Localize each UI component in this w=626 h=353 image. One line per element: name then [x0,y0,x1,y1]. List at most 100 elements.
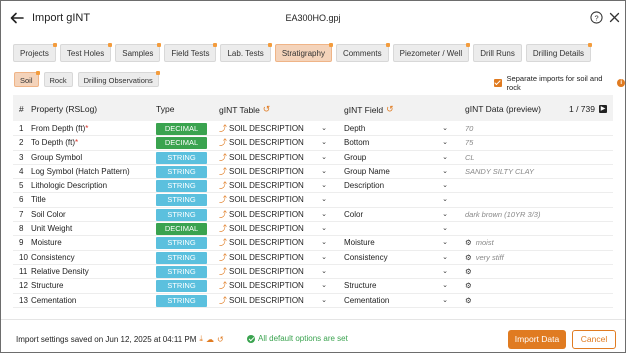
property-cell: To Depth (ft)* [31,136,78,150]
tab-field-tests[interactable]: Field Tests [164,43,218,62]
preview-cell: 70 [465,122,473,136]
gint-table-select[interactable]: ⤴ SOIL DESCRIPTION ⌄ [219,122,327,136]
gint-field-select[interactable]: Structure ⌄ [344,279,448,293]
gint-field-value: Structure [344,281,377,291]
row-number: 12 [19,281,28,291]
preview-cell: ⚙ very stiff [465,251,504,265]
property-cell: Log Symbol (Hatch Pattern) [31,165,130,179]
chevron-down-icon: ⌄ [321,182,327,190]
close-icon[interactable] [609,12,620,23]
gint-field-select[interactable]: ⌄ [344,265,448,279]
tab-drill-runs[interactable]: Drill Runs [473,44,522,62]
preview-cell: ⚙ [465,279,476,293]
gint-field-select[interactable]: Color ⌄ [344,208,448,222]
gint-field-select[interactable]: Consistency ⌄ [344,251,448,265]
tab-drilling-details[interactable]: Drilling Details [525,43,592,62]
chevron-down-icon: ⌄ [442,282,448,290]
separate-imports-option[interactable]: Separate imports for soil and rock i [494,74,625,92]
help-icon[interactable]: ? [590,11,603,24]
subtab-drilling-observations[interactable]: Drilling Observations [77,71,160,87]
tab-test-holes[interactable]: Test Holes [59,43,113,62]
property-name: Unit Weight [31,224,73,234]
gint-field-value: Description [344,181,385,191]
gint-table-select[interactable]: ⤴ SOIL DESCRIPTION ⌄ [219,279,327,293]
chevron-down-icon: ⌄ [321,125,327,132]
chevron-down-icon: ⌄ [442,196,448,204]
type-badge: DECIMAL [156,123,207,135]
row-number: 4 [19,166,24,176]
chevron-down-icon: ⌄ [442,139,448,147]
gint-table-select[interactable]: ⤴ SOIL DESCRIPTION ⌄ [219,151,327,165]
tab-lab-tests[interactable]: Lab. Tests [220,43,272,62]
preview-cell: CL [465,151,475,165]
gint-table-select[interactable]: ⤴ SOIL DESCRIPTION ⌄ [219,165,327,179]
gint-field-select[interactable]: Cementation ⌄ [344,294,448,308]
gint-field-select[interactable]: Depth ⌄ [344,122,448,136]
table-link-icon: ⤴ [219,238,227,248]
gint-table-select[interactable]: ⤴ SOIL DESCRIPTION ⌄ [219,236,327,250]
chevron-down-icon: ⌄ [442,210,448,218]
info-icon[interactable]: i [617,79,625,87]
import-data-button[interactable]: Import Data [508,330,566,349]
tab-stratigraphy[interactable]: Stratigraphy [274,43,333,62]
tab-piezometer-well[interactable]: Piezometer / Well [392,43,471,62]
gint-table-select[interactable]: ⤴ SOIL DESCRIPTION ⌄ [219,294,327,308]
reset-icon[interactable]: ↺ [217,335,224,344]
tab-samples[interactable]: Samples [115,43,162,62]
gint-field-value: Group [344,152,367,162]
gint-table-select[interactable]: ⤴ SOIL DESCRIPTION ⌄ [219,193,327,207]
gint-field-select[interactable]: Description ⌄ [344,179,448,193]
next-page-icon[interactable]: ▶ [599,105,607,113]
gint-table-select[interactable]: ⤴ SOIL DESCRIPTION ⌄ [219,251,327,265]
reset-field-icon[interactable]: ↺ [386,104,394,115]
subtab-soil[interactable]: Soil [14,71,40,87]
gint-field-select[interactable]: Group ⌄ [344,151,448,165]
gint-field-select[interactable]: ⌄ [344,222,448,236]
type-badge: DECIMAL [156,137,207,150]
modified-indicator [157,43,162,47]
gint-field-select[interactable]: Bottom ⌄ [344,136,448,150]
property-name: Cementation [31,295,77,305]
pager: 1 / 739 ▶ [569,104,607,114]
gint-table-select[interactable]: ⤴ SOIL DESCRIPTION ⌄ [219,208,327,222]
tab-label: Projects [20,49,49,58]
gint-table-select[interactable]: ⤴ SOIL DESCRIPTION ⌄ [219,179,327,193]
property-cell: Lithologic Description [31,179,107,193]
reset-table-icon[interactable]: ↺ [263,104,271,115]
separate-imports-label: Separate imports for soil and rock [506,74,603,92]
gear-icon[interactable]: ⚙ [465,253,472,262]
separate-imports-checkbox[interactable] [494,79,502,87]
gear-icon[interactable]: ⚙ [465,238,472,247]
required-marker: * [85,124,89,133]
saved-status: Import settings saved on Jun 12, 2025 at… [16,334,224,344]
gear-icon[interactable]: ⚙ [465,267,472,276]
gint-field-value: Cementation [344,295,390,305]
sub-tabs: Soil Rock Drilling Observations [14,71,160,87]
subtab-label: Drilling Observations [83,76,153,85]
gint-field-select[interactable]: Group Name ⌄ [344,165,448,179]
gint-field-select[interactable]: ⌄ [344,193,448,207]
table-link-icon: ⤴ [219,209,227,219]
subtab-rock[interactable]: Rock [43,72,73,87]
tab-projects[interactable]: Projects [13,43,57,62]
tab-label: Lab. Tests [227,49,264,58]
gint-table-select[interactable]: ⤴ SOIL DESCRIPTION ⌄ [219,136,327,150]
property-name: Consistency [31,252,75,262]
cloud-upload-icon[interactable]: ☁ [206,335,214,344]
gint-table-select[interactable]: ⤴ SOIL DESCRIPTION ⌄ [219,222,327,236]
gint-field-value: Group Name [344,166,390,176]
row-number: 11 [19,266,28,276]
chevron-down-icon: ⌄ [442,167,448,175]
gear-icon[interactable]: ⚙ [465,296,472,305]
modified-indicator [267,43,272,47]
gear-icon[interactable]: ⚙ [465,281,472,290]
table-link-icon: ⤴ [219,295,227,305]
tab-comments[interactable]: Comments [335,43,390,62]
chevron-down-icon: ⌄ [442,225,448,233]
cancel-button[interactable]: Cancel [572,330,616,349]
download-icon[interactable]: ⤓ [199,334,203,344]
gint-field-select[interactable]: Moisture ⌄ [344,236,448,250]
table-row: 11 Relative Density STRING ⤴ SOIL DESCRIPTIO… [13,265,613,280]
gint-table-select[interactable]: ⤴ SOIL DESCRIPTION ⌄ [219,265,327,279]
chevron-down-icon: ⌄ [442,267,448,275]
